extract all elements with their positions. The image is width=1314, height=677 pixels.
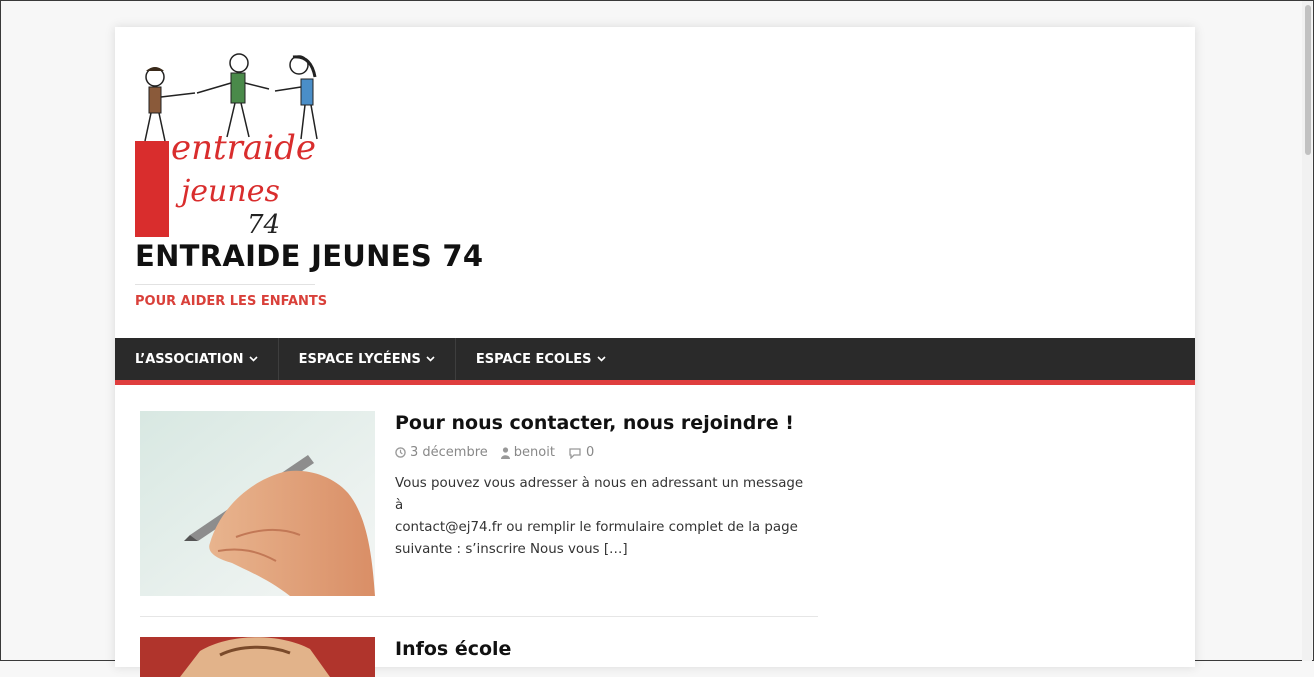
excerpt-line: contact@ej74.fr ou remplir le formulaire… — [395, 520, 798, 535]
post-title[interactable]: Infos école — [395, 638, 511, 660]
title-divider — [135, 284, 315, 285]
post-excerpt: Vous pouvez vous adresser à nous en adre… — [395, 473, 815, 561]
nav-item-label: ESPACE LYCÉENS — [298, 351, 421, 367]
excerpt-text: suivante : s’inscrire Nous vous — [395, 542, 600, 557]
chevron-down-icon — [248, 356, 258, 362]
site-logo[interactable]: entraide jeunes 74 — [135, 49, 325, 237]
logo-text-1: entraide — [171, 128, 316, 168]
nav-item-label: ESPACE ECOLES — [475, 351, 592, 367]
post-title[interactable]: Pour nous contacter, nous rejoindre ! — [395, 412, 794, 434]
nav-item-label: L’ASSOCIATION — [135, 351, 244, 367]
nav-item-espace-ecoles[interactable]: ESPACE ECOLES — [456, 338, 626, 380]
main-navigation: L’ASSOCIATION ESPACE LYCÉENS ESPACE ECOL… — [115, 338, 1195, 385]
post-thumbnail[interactable] — [140, 637, 375, 677]
user-icon — [500, 446, 510, 459]
clock-icon — [395, 447, 406, 458]
excerpt-line: Vous pouvez vous adresser à nous en adre… — [395, 476, 804, 513]
site-tagline: POUR AIDER LES ENFANTS — [135, 294, 328, 309]
nav-item-association[interactable]: L’ASSOCIATION — [115, 338, 279, 380]
nav-item-espace-lyceens[interactable]: ESPACE LYCÉENS — [279, 338, 456, 380]
scrollbar-thumb[interactable] — [1305, 5, 1311, 155]
excerpt-line: suivante : s’inscrire Nous vous […] — [395, 539, 815, 561]
page-container: entraide jeunes 74 ENTRAIDE JEUNES 74 PO… — [115, 27, 1195, 677]
chevron-down-icon — [596, 356, 606, 362]
post-comments-count[interactable]: 0 — [586, 445, 594, 460]
logo-text-2: jeunes — [175, 174, 280, 209]
post-divider — [140, 616, 818, 617]
site-title[interactable]: ENTRAIDE JEUNES 74 — [135, 239, 483, 273]
logo-drawing: entraide jeunes 74 — [135, 49, 325, 237]
post-meta: 3 décembre benoit 0 — [395, 445, 594, 460]
logo-text-3: 74 — [247, 210, 280, 237]
comment-icon — [568, 447, 582, 459]
chevron-down-icon — [426, 356, 435, 362]
post-thumbnail[interactable] — [140, 411, 375, 596]
post-date: 3 décembre — [410, 445, 488, 460]
post-author[interactable]: benoit — [514, 445, 555, 460]
read-more-link[interactable]: […] — [604, 542, 628, 557]
